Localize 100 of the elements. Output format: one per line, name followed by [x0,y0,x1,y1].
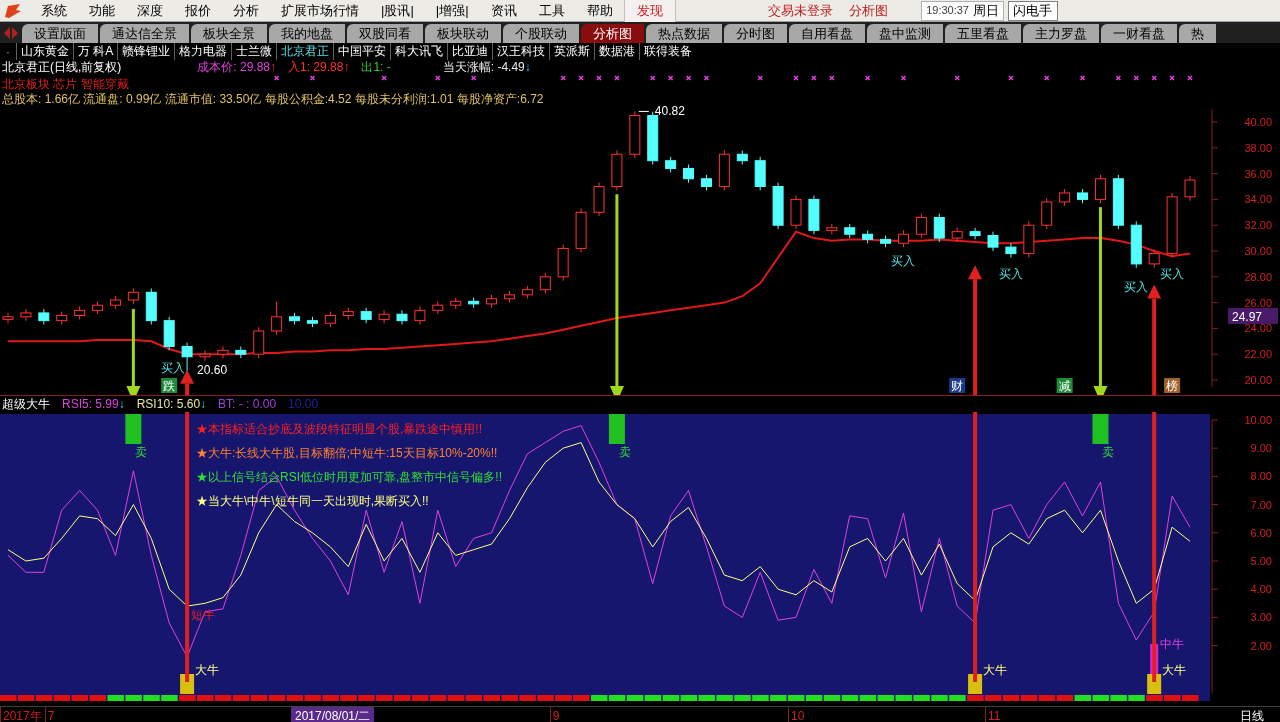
tab[interactable]: 板块全景 [191,24,267,43]
candlestick [754,156,766,191]
axis-tick-label: 9.00 [1250,442,1272,455]
candlestick [217,345,229,359]
axis-tick-label: 2017年 [0,707,42,722]
candlestick [74,305,86,320]
status-text: 分析图 [848,1,888,20]
tab[interactable]: 五里看盘 [945,24,1021,43]
candlestick [271,300,283,336]
quick-field[interactable]: 闪电手 [1008,0,1058,21]
candlestick [432,300,444,315]
candlestick [933,213,945,243]
candlestick [1148,249,1160,269]
indicator-reading: RSI10: 5.60 [136,396,201,413]
candlestick [736,149,748,166]
menu-item[interactable]: 资讯 [479,0,528,21]
candlestick [396,309,408,326]
tab[interactable]: 通达信全景 [100,24,189,43]
stock-tab[interactable]: 士兰微 [231,43,277,60]
stock-tab[interactable]: 比亚迪 [447,43,493,60]
stock-tab[interactable]: 北京君正 [276,43,334,60]
tab[interactable]: 个股联动 [503,24,579,43]
axis-tick-label: 24.00 [1244,322,1272,335]
stock-tab[interactable]: 汉王科技 [492,43,550,60]
stock-tab[interactable]: 科大讯飞 [390,43,448,60]
event-tag: 财 [949,378,966,393]
tab[interactable]: 分析图 [581,24,644,43]
stock-tab[interactable]: 赣锋锂业 [117,43,175,60]
fundamentals-text: 总股本: 1.66亿 流通盘: 0.99亿 流通市值: 33.50亿 每股公积金:4.52 每股未分利润:1.01 每股净资产:6.72 [2,92,544,107]
short-bull-label: 短牛 [191,608,216,622]
candlestick [880,235,892,248]
candlestick [1005,242,1017,258]
candlestick [826,223,838,235]
menu-item[interactable]: 深度 [126,0,174,21]
bullet-marker: · [5,43,11,61]
candlestick [1059,188,1071,207]
tab[interactable]: 主力罗盘 [1023,24,1099,43]
tab[interactable]: 热点数据 [646,24,722,43]
axis-tick-label: 26.00 [1244,296,1272,309]
tab[interactable]: 分时图 [724,24,787,43]
high-price-label: 40.82 [654,104,685,119]
stock-tab[interactable]: 中国平安 [333,43,391,60]
tab[interactable]: 盘中监测 [867,24,943,43]
menu-item[interactable]: 系统 [30,0,78,21]
axis-tick-label: 32.00 [1244,219,1272,232]
stock-tab[interactable]: 数据港 [594,43,640,60]
indicator-note: ★大牛:长线大牛股,目标翻倍;中短牛:15天目标10%-20%!! [196,445,499,462]
menu-item[interactable]: 帮助 [575,0,624,21]
axis-tick-label: 11 [985,707,1001,722]
stock-tab[interactable]: 联得装备 [639,43,697,60]
axis-tick-label: 30.00 [1244,245,1272,257]
candlestick [127,287,139,305]
candlestick [1023,220,1035,258]
tab[interactable]: 设置版面 [22,24,98,43]
event-tag: 减 [1056,378,1073,393]
menu-item[interactable]: 分析 [222,0,270,21]
indicator-reading: 出1: - [361,60,391,75]
stock-tab[interactable]: 格力电器 [174,43,232,60]
candlestick [360,307,372,324]
indicator-note: ★本指标适合抄底及波段特征明显个股,暴跌途中慎用!! [196,421,483,438]
axis-tick-label: 20.00 [1244,374,1272,386]
tab[interactable]: 一财看盘 [1101,24,1177,43]
candlestick [1077,188,1089,204]
tab[interactable]: 热 [1179,24,1216,43]
candlestick [306,316,318,328]
menu-item[interactable]: 发现 [623,0,676,22]
menu-item[interactable]: 报价 [174,0,222,21]
stock-tab[interactable]: 万 科A [73,43,118,60]
candlestick [951,227,963,243]
event-tag: 榜 [1164,378,1181,393]
tab[interactable]: 板块联动 [425,24,501,43]
candlestick [915,213,927,239]
axis-tick-label: 7 [44,707,55,722]
tab[interactable]: 双股同看 [347,24,423,43]
tab[interactable]: 自用看盘 [789,24,865,43]
stock-tab[interactable]: 山东黄金 [16,43,73,60]
menu-item[interactable]: 功能 [78,0,126,21]
candlestick [342,307,354,320]
left-right-arrows-icon [4,27,18,39]
candlestick [718,149,730,191]
axis-tick-label: 6.00 [1250,526,1272,539]
candlestick [611,149,623,191]
low-price-label: 20.60 [197,363,228,378]
arrow-icon: ↓ [524,60,531,75]
axis-tick-label: 10.00 [1244,414,1272,426]
tab[interactable]: 我的地盘 [269,24,345,43]
buy-signal-label: 买入 [1124,279,1149,294]
stock-tab[interactable]: 英派斯 [549,43,595,60]
menu-item[interactable]: 工具 [527,0,576,21]
candlestick [163,316,175,351]
menu-item[interactable]: |增强| [424,0,480,21]
menu-item[interactable]: 扩展市场行情 [270,0,370,21]
event-tag: 跌 [161,378,178,393]
candlestick [199,349,211,362]
sell-signal-label: 卖 [135,445,148,459]
candlestick [1094,174,1106,204]
candlestick [557,244,569,282]
axis-tick-label: 34.00 [1244,193,1272,206]
menu-item[interactable]: |股讯| [370,0,425,21]
candlestick [969,227,981,240]
